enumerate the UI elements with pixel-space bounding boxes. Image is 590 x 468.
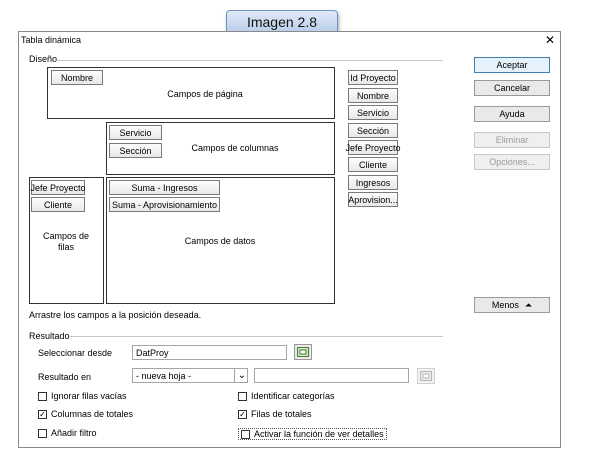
chevron-down-icon[interactable]: ⌄ xyxy=(234,368,249,383)
row-field-cliente[interactable]: Cliente xyxy=(31,197,85,212)
available-field-seccion[interactable]: Sección xyxy=(348,123,398,138)
result-in-select[interactable]: - nueva hoja - xyxy=(132,368,248,383)
layout-separator xyxy=(57,60,443,61)
data-fields-label: Campos de datos xyxy=(184,236,256,246)
result-in-text-input[interactable] xyxy=(254,368,409,383)
column-totals-checkbox[interactable]: ✓ xyxy=(38,409,47,419)
row-totals-label: Filas de totales xyxy=(251,409,312,419)
add-filter-label: Añadir filtro xyxy=(51,428,97,438)
drag-hint: Arrastre los campos a la posición desead… xyxy=(29,310,202,320)
available-field-aprovision[interactable]: Aprovision... xyxy=(348,192,398,207)
cancel-button[interactable]: Cancelar xyxy=(474,80,550,96)
select-from-label: Seleccionar desde xyxy=(38,348,113,358)
shrink-result-in-button xyxy=(417,368,435,384)
row-fields-label-line1: Campos de xyxy=(42,231,90,241)
column-totals-label: Columnas de totales xyxy=(51,409,134,419)
page-fields-label: Campos de página xyxy=(167,89,243,99)
add-filter-checkbox[interactable] xyxy=(38,428,47,438)
ignore-empty-rows-checkbox[interactable] xyxy=(38,391,47,401)
data-field-suma-aprovisionamiento[interactable]: Suma - Aprovisionamiento xyxy=(109,197,220,212)
add-filter-option[interactable]: Añadir filtro xyxy=(38,428,97,438)
result-in-label: Resultado en xyxy=(38,372,92,382)
column-fields-label: Campos de columnas xyxy=(191,143,279,153)
identify-categories-option[interactable]: Identificar categorías xyxy=(238,391,335,401)
result-section-label: Resultado xyxy=(29,331,70,341)
identify-categories-label: Identificar categorías xyxy=(251,391,335,401)
chevron-up-icon: ⏶ xyxy=(524,299,533,310)
shrink-select-from-button[interactable] xyxy=(294,344,312,360)
layout-section-label: Diseño xyxy=(29,54,58,64)
row-fields-label-line2: filas xyxy=(57,242,74,252)
available-field-nombre[interactable]: Nombre xyxy=(348,88,398,103)
row-totals-checkbox[interactable]: ✓ xyxy=(238,409,247,419)
select-from-input[interactable]: DatProy xyxy=(132,345,287,360)
range-select-icon xyxy=(297,347,309,357)
result-in-select-value: - nueva hoja - xyxy=(136,370,192,381)
less-button-label: Menos xyxy=(491,300,519,310)
identify-categories-checkbox[interactable] xyxy=(238,391,247,401)
available-field-ingresos[interactable]: Ingresos xyxy=(348,175,398,190)
column-field-seccion[interactable]: Sección xyxy=(109,143,162,158)
ignore-empty-rows-label: Ignorar filas vacías xyxy=(51,391,127,401)
enable-drilldown-checkbox[interactable] xyxy=(241,429,250,439)
delete-button: Eliminar xyxy=(474,132,550,148)
ignore-empty-rows-option[interactable]: Ignorar filas vacías xyxy=(38,391,127,401)
dialog-title: Tabla dinámica xyxy=(21,35,82,45)
available-field-cliente[interactable]: Cliente xyxy=(348,157,398,172)
accept-button[interactable]: Aceptar xyxy=(474,57,550,73)
enable-drilldown-option[interactable]: Activar la función de ver detalles xyxy=(238,428,387,440)
range-select-disabled-icon xyxy=(420,371,432,381)
column-totals-option[interactable]: ✓ Columnas de totales xyxy=(38,409,133,419)
page-field-nombre[interactable]: Nombre xyxy=(51,70,103,85)
options-button: Opciones... xyxy=(474,154,550,170)
available-field-servicio[interactable]: Servicio xyxy=(348,105,398,120)
close-icon[interactable]: ✕ xyxy=(542,32,558,48)
help-button[interactable]: Ayuda xyxy=(474,106,550,122)
available-field-id-proyecto[interactable]: Id Proyecto xyxy=(348,70,398,85)
column-field-servicio[interactable]: Servicio xyxy=(109,125,162,140)
data-field-suma-ingresos[interactable]: Suma - Ingresos xyxy=(109,180,220,195)
less-button[interactable]: Menos ⏶ xyxy=(474,297,550,313)
row-totals-option[interactable]: ✓ Filas de totales xyxy=(238,409,312,419)
available-field-jefe-proyecto[interactable]: Jefe Proyecto xyxy=(345,140,401,155)
enable-drilldown-label: Activar la función de ver detalles xyxy=(254,429,384,439)
row-field-jefe-proyecto[interactable]: Jefe Proyecto xyxy=(30,180,86,195)
result-separator xyxy=(69,336,443,337)
